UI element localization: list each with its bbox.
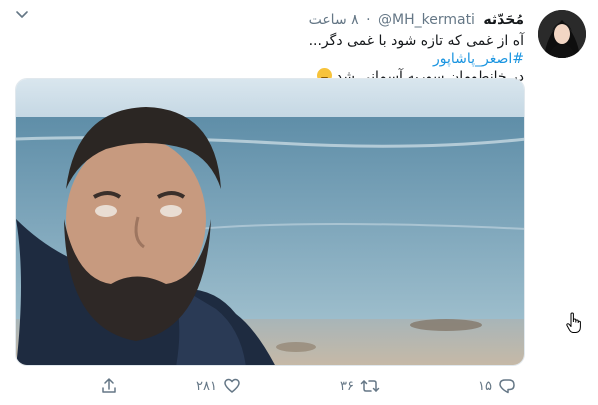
reply-button[interactable]: ۱۵ — [478, 372, 516, 400]
separator-dot: · — [366, 12, 371, 28]
reply-icon — [499, 379, 515, 394]
tweet-actions: ۲۸۱ ۳۶ ۱۵ — [0, 372, 598, 400]
like-count: ۲۸۱ — [196, 378, 217, 394]
reply-count: ۱۵ — [478, 378, 492, 394]
retweet-button[interactable]: ۳۶ — [340, 372, 380, 400]
share-button[interactable] — [100, 372, 118, 400]
tweet-header: مُحَدّثه @MH_kermati · ۸ ساعت — [224, 12, 524, 32]
avatar[interactable] — [538, 10, 586, 58]
timestamp[interactable]: ۸ ساعت — [309, 12, 359, 28]
display-name[interactable]: مُحَدّثه — [483, 12, 524, 28]
like-button[interactable]: ۲۸۱ — [196, 372, 241, 400]
tweet-text-line-1: آه از غمی که تازه شود با غمی دگر... — [308, 33, 524, 49]
tweet-card[interactable]: مُحَدّثه @MH_kermati · ۸ ساعت آه از غمی … — [0, 0, 598, 405]
hand-pointer-icon — [566, 312, 581, 333]
tweet-photo[interactable] — [15, 78, 525, 366]
share-icon — [102, 378, 116, 393]
retweet-icon — [360, 380, 380, 392]
chevron-down-icon[interactable] — [14, 8, 30, 22]
user-handle[interactable]: @MH_kermati — [378, 12, 475, 28]
hashtag-link[interactable]: #اصغر_پاشاپور — [104, 50, 524, 68]
heart-icon — [224, 378, 240, 393]
retweet-count: ۳۶ — [340, 378, 354, 394]
